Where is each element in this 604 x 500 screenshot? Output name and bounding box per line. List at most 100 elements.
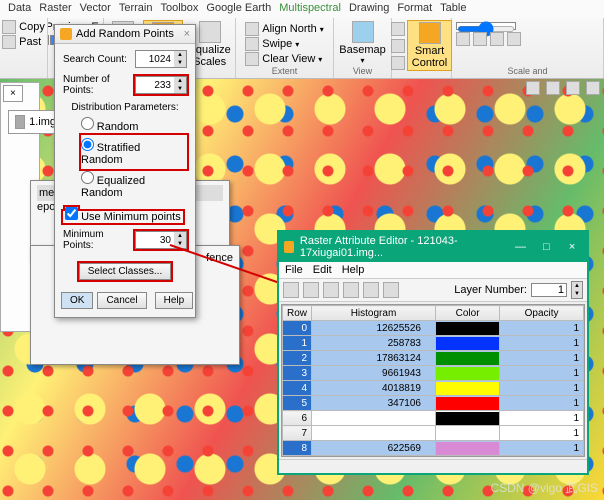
maximize-button[interactable]: □	[536, 241, 556, 253]
tool-icon[interactable]	[391, 39, 405, 53]
opacity-cell[interactable]: 1	[500, 426, 584, 441]
color-cell[interactable]	[435, 396, 499, 411]
row-header[interactable]: 8	[283, 441, 312, 456]
copy-button[interactable]: Copy	[2, 20, 45, 34]
toolbar-icon[interactable]	[323, 282, 339, 298]
row-header[interactable]: 0	[283, 321, 312, 336]
color-cell[interactable]	[435, 411, 499, 426]
column-color[interactable]: Color	[435, 306, 499, 321]
equalized-radio[interactable]: Equalized Random	[81, 171, 187, 199]
color-cell[interactable]	[435, 336, 499, 351]
opacity-cell[interactable]: 1	[500, 321, 584, 336]
opacity-cell[interactable]: 1	[500, 411, 584, 426]
color-cell[interactable]	[435, 351, 499, 366]
histogram-cell[interactable]: 258783	[312, 336, 436, 351]
menu-data[interactable]: Data	[8, 2, 31, 16]
cancel-button[interactable]: Cancel	[97, 292, 146, 309]
fence-label: fence	[206, 252, 233, 264]
toolbar-icon[interactable]	[363, 282, 379, 298]
min-points-input[interactable]	[136, 232, 174, 248]
status-icon[interactable]	[526, 81, 540, 95]
color-cell[interactable]	[435, 381, 499, 396]
histogram-cell[interactable]: 9661943	[312, 366, 436, 381]
row-header[interactable]: 7	[283, 426, 312, 441]
align-north-button[interactable]: Align North▾	[245, 22, 323, 36]
column-row[interactable]: Row	[283, 306, 312, 321]
histogram-cell[interactable]: 17863124	[312, 351, 436, 366]
opacity-cell[interactable]: 1	[500, 396, 584, 411]
toolbar-icon[interactable]	[283, 282, 299, 298]
random-radio[interactable]: Random	[81, 117, 187, 133]
row-header[interactable]: 2	[283, 351, 312, 366]
toolbar-icon[interactable]	[343, 282, 359, 298]
menu-vector[interactable]: Vector	[80, 2, 111, 16]
histogram-cell[interactable]	[312, 426, 436, 441]
layer-number-input[interactable]	[531, 283, 567, 297]
menu-terrain[interactable]: Terrain	[119, 2, 153, 16]
column-histogram[interactable]: Histogram	[312, 306, 436, 321]
menu-toolbox[interactable]: Toolbox	[160, 2, 198, 16]
opacity-cell[interactable]: 1	[500, 351, 584, 366]
tool-icon[interactable]	[473, 32, 487, 46]
histogram-cell[interactable]	[312, 411, 436, 426]
use-minimum-checkbox[interactable]: Use Minimum points	[65, 211, 181, 223]
close-icon[interactable]: ×	[184, 28, 190, 40]
toolbar-icon[interactable]	[303, 282, 319, 298]
opacity-cell[interactable]: 1	[500, 381, 584, 396]
color-cell[interactable]	[435, 321, 499, 336]
histogram-cell[interactable]: 12625526	[312, 321, 436, 336]
menu-google-earth[interactable]: Google Earth	[206, 2, 271, 16]
attr-menu-help[interactable]: Help	[342, 264, 365, 276]
minimize-button[interactable]: —	[511, 241, 531, 253]
row-header[interactable]: 4	[283, 381, 312, 396]
attr-menu-file[interactable]: File	[285, 264, 303, 276]
column-opacity[interactable]: Opacity	[500, 306, 584, 321]
attr-menu-edit[interactable]: Edit	[313, 264, 332, 276]
tool-icon[interactable]	[391, 56, 405, 70]
row-header[interactable]: 1	[283, 336, 312, 351]
histogram-cell[interactable]: 347106	[312, 396, 436, 411]
attribute-grid[interactable]: RowHistogramColorOpacity0126255261125878…	[281, 304, 585, 457]
tree-item[interactable]: 1.img	[29, 116, 56, 128]
toolbar-icon[interactable]	[383, 282, 399, 298]
histogram-cell[interactable]: 622569	[312, 441, 436, 456]
search-count-spinbox[interactable]: ▲▼	[135, 50, 187, 68]
help-button[interactable]: Help	[155, 292, 194, 309]
num-points-input[interactable]	[136, 77, 174, 93]
min-points-spinbox[interactable]: ▲▼	[135, 231, 187, 249]
paste-button[interactable]: Past	[2, 35, 45, 49]
status-icon[interactable]	[566, 81, 580, 95]
tool-icon[interactable]	[490, 32, 504, 46]
dock-tab[interactable]: ×	[3, 85, 23, 102]
clear-view-button[interactable]: Clear View▾	[245, 52, 323, 66]
tool-icon[interactable]	[456, 32, 470, 46]
stratified-radio[interactable]: Stratified Random	[81, 138, 183, 166]
smart-control-button[interactable]: Smart Control	[407, 20, 452, 71]
basemap-button[interactable]: Basemap▾	[335, 20, 389, 66]
status-icon[interactable]	[546, 81, 560, 95]
select-classes-button[interactable]: Select Classes...	[79, 263, 171, 280]
tool-icon[interactable]	[391, 22, 405, 36]
menu-raster[interactable]: Raster	[39, 2, 71, 16]
color-cell[interactable]	[435, 426, 499, 441]
row-header[interactable]: 3	[283, 366, 312, 381]
menu-multispectral[interactable]: Multispectral	[279, 2, 341, 16]
opacity-cell[interactable]: 1	[500, 336, 584, 351]
ok-button[interactable]: OK	[61, 292, 93, 309]
color-cell[interactable]	[435, 366, 499, 381]
opacity-cell[interactable]: 1	[500, 441, 584, 456]
search-count-input[interactable]	[136, 51, 174, 67]
menu-table[interactable]: Table	[440, 2, 466, 16]
status-icon[interactable]	[586, 81, 600, 95]
close-button[interactable]: ×	[562, 241, 582, 253]
menu-format[interactable]: Format	[397, 2, 432, 16]
row-header[interactable]: 6	[283, 411, 312, 426]
row-header[interactable]: 5	[283, 396, 312, 411]
menu-drawing[interactable]: Drawing	[349, 2, 389, 16]
tool-icon[interactable]	[507, 32, 521, 46]
color-cell[interactable]	[435, 441, 499, 456]
opacity-cell[interactable]: 1	[500, 366, 584, 381]
swipe-button[interactable]: Swipe▾	[245, 37, 323, 51]
num-points-spinbox[interactable]: ▲▼	[135, 76, 187, 94]
histogram-cell[interactable]: 4018819	[312, 381, 436, 396]
